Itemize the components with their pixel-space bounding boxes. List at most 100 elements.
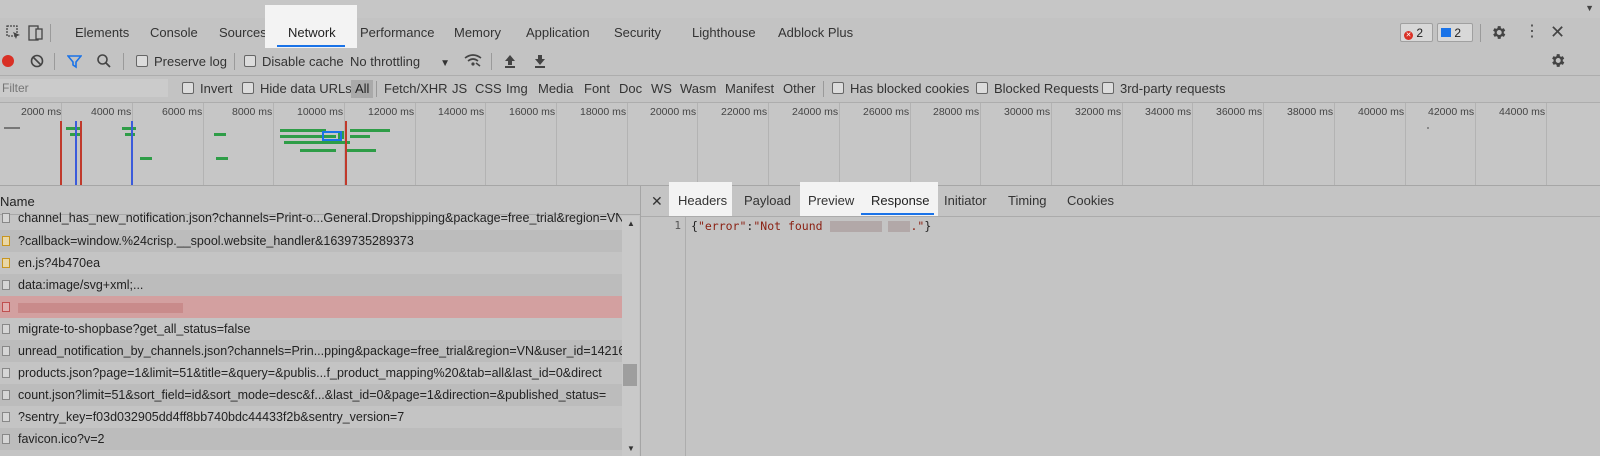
checkbox-box [242, 82, 254, 94]
network-conditions-icon[interactable] [464, 53, 482, 69]
type-filter-other[interactable]: Other [783, 76, 816, 102]
third-party-requests-checkbox[interactable]: 3rd-party requests [1102, 76, 1226, 102]
list-item[interactable]: en.js?4b470ea [0, 252, 622, 274]
invert-checkbox[interactable]: Invert [182, 76, 233, 102]
json-value-end: ." [910, 219, 925, 233]
close-details-icon[interactable]: ✕ [651, 186, 663, 216]
waterfall-bar [140, 157, 152, 160]
type-filter-fetch-xhr[interactable]: Fetch/XHR [384, 76, 448, 102]
tick-line [839, 103, 840, 185]
list-item[interactable]: migrate-to-shopbase?get_all_status=false [0, 318, 622, 340]
has-blocked-cookies-checkbox[interactable]: Has blocked cookies [832, 76, 969, 102]
tab-application[interactable]: Application [526, 18, 590, 48]
tick-line [1192, 103, 1193, 185]
list-item[interactable]: data:image/svg+xml;... [0, 274, 622, 296]
type-filter-wasm[interactable]: Wasm [680, 76, 716, 102]
list-item[interactable]: ?sentry_key=f03d032905dd4ff8bb740bdc4443… [0, 406, 622, 428]
type-filter-js[interactable]: JS [452, 76, 467, 102]
request-name: products.json?page=1&limit=51&title=&que… [18, 366, 602, 380]
tick-line [273, 103, 274, 185]
more-options-icon[interactable]: ⋮ [1524, 23, 1540, 41]
tab-payload[interactable]: Payload [744, 186, 791, 216]
checkbox-box [182, 82, 194, 94]
checkbox-box [1102, 82, 1114, 94]
tab-elements[interactable]: Elements [75, 18, 129, 48]
tab-adblock-plus[interactable]: Adblock Plus [778, 18, 853, 48]
import-har-icon[interactable] [503, 53, 517, 69]
list-item-failed[interactable] [0, 296, 622, 318]
tab-network[interactable]: Network [265, 5, 357, 48]
waterfall-bar [350, 135, 370, 138]
line-number: 1 [674, 219, 681, 232]
window-top-strip: ▼ [0, 0, 1600, 18]
request-list-scrollbar[interactable]: ▲ ▼ [622, 216, 639, 456]
tab-performance[interactable]: Performance [360, 18, 434, 48]
record-icon[interactable] [2, 55, 14, 67]
waterfall-bar [350, 129, 390, 132]
divider [234, 53, 235, 70]
request-name: unread_notification_by_channels.json?cha… [18, 344, 622, 358]
export-har-icon[interactable] [533, 53, 547, 69]
type-filter-media[interactable]: Media [538, 76, 573, 102]
error-count-badge[interactable]: ✕ 2 [1400, 23, 1433, 42]
filter-input[interactable] [0, 79, 168, 97]
tab-console[interactable]: Console [150, 18, 198, 48]
list-item[interactable]: products.json?page=1&limit=51&title=&que… [0, 362, 622, 384]
list-item[interactable]: favicon.ico?v=2 [0, 428, 622, 450]
scrollbar-thumb[interactable] [623, 364, 637, 386]
script-icon [2, 258, 10, 268]
scroll-up-icon[interactable]: ▲ [627, 219, 635, 228]
filter-bar: Invert Hide data URLs All Fetch/XHR JS C… [0, 76, 1600, 103]
list-item[interactable]: count.json?limit=51&sort_field=id&sort_m… [0, 384, 622, 406]
tick-label: 14000 ms [438, 106, 485, 118]
list-item[interactable]: ?callback=window.%24crisp.__spool.websit… [0, 230, 622, 252]
tab-response[interactable]: Response [871, 186, 930, 216]
tab-initiator[interactable]: Initiator [944, 186, 987, 216]
type-filter-doc[interactable]: Doc [619, 76, 642, 102]
scroll-down-icon[interactable]: ▼ [627, 444, 635, 453]
tab-timing[interactable]: Timing [1008, 186, 1047, 216]
type-filter-font[interactable]: Font [584, 76, 610, 102]
clear-icon[interactable] [30, 54, 44, 68]
hide-data-urls-checkbox[interactable]: Hide data URLs [242, 76, 352, 102]
tab-headers[interactable]: Headers [669, 182, 732, 216]
tab-security[interactable]: Security [614, 18, 661, 48]
filter-funnel-icon[interactable] [67, 54, 82, 69]
details-tab-bar: ✕ Headers Payload Preview Response Initi… [641, 182, 1600, 217]
divider [823, 81, 824, 97]
preserve-log-checkbox[interactable]: Preserve log [136, 48, 227, 75]
tab-preview[interactable]: Preview [808, 186, 854, 216]
type-filter-all[interactable]: All [351, 80, 374, 98]
response-viewer[interactable]: 1 {"error":"Not found ."} [641, 217, 1600, 456]
type-filter-css[interactable]: CSS [475, 76, 502, 102]
preview-response-highlight: Preview Response [800, 182, 938, 216]
tick-label: 24000 ms [792, 106, 839, 118]
caret-down-icon[interactable]: ▼ [1585, 3, 1594, 13]
settings-gear-icon[interactable] [1490, 24, 1507, 41]
network-overview-timeline[interactable]: 2000 ms 4000 ms 6000 ms 8000 ms 10000 ms… [0, 103, 1600, 186]
tab-lighthouse[interactable]: Lighthouse [692, 18, 756, 48]
network-settings-gear-icon[interactable] [1549, 52, 1566, 69]
disable-cache-checkbox[interactable]: Disable cache [244, 48, 344, 75]
message-count-badge[interactable]: 2 [1437, 23, 1473, 42]
tab-cookies[interactable]: Cookies [1067, 186, 1114, 216]
tab-memory[interactable]: Memory [454, 18, 501, 48]
response-body: {"error":"Not found ."} [691, 219, 931, 233]
blocked-requests-checkbox[interactable]: Blocked Requests [976, 76, 1099, 102]
tab-sources[interactable]: Sources [219, 18, 267, 48]
close-devtools-icon[interactable]: ✕ [1550, 22, 1565, 42]
divider [491, 53, 492, 70]
error-count: 2 [1416, 26, 1424, 40]
list-item[interactable]: unread_notification_by_channels.json?cha… [0, 340, 622, 362]
inspect-element-icon[interactable] [6, 25, 22, 41]
redaction-blur [18, 302, 183, 313]
search-icon[interactable] [96, 53, 112, 69]
tick-line [1051, 103, 1052, 185]
type-filter-ws[interactable]: WS [651, 76, 672, 102]
tick-label: 8000 ms [232, 106, 273, 118]
throttling-select[interactable]: No throttling ▼ [350, 48, 450, 75]
type-filter-manifest[interactable]: Manifest [725, 76, 774, 102]
type-filter-img[interactable]: Img [506, 76, 528, 102]
list-item[interactable]: channel_has_new_notification.json?channe… [0, 207, 622, 229]
device-toolbar-icon[interactable] [28, 24, 44, 42]
